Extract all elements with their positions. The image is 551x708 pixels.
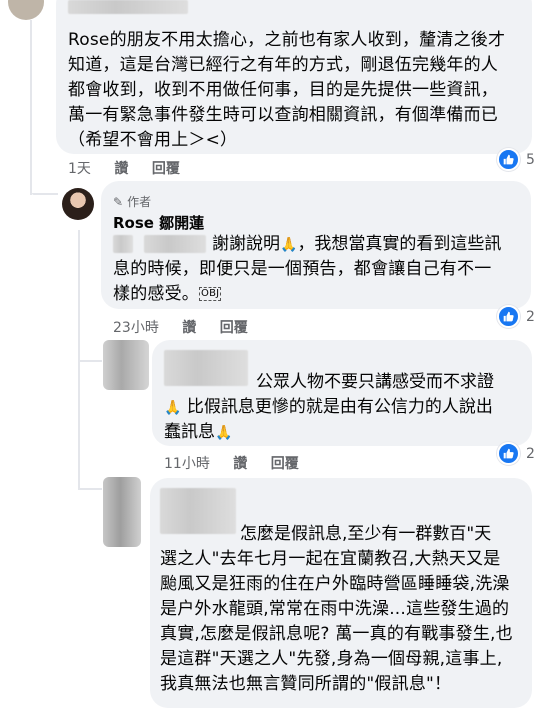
redacted-name (164, 350, 248, 386)
object-emoji-icon: OBJ (199, 287, 222, 301)
like-button[interactable]: 讚 (182, 320, 196, 336)
avatar[interactable] (103, 340, 149, 390)
author-badge: ✎ 作者 (113, 194, 152, 210)
like-icon (497, 442, 520, 465)
timestamp[interactable]: 1天 (68, 161, 91, 177)
comment-line: 怎麼是假訊息,至少有一群數百"天 (240, 524, 492, 544)
redacted-name (68, 0, 188, 14)
reaction-count: 5 (526, 151, 535, 168)
comment-text: Rose的朋友不用太擔心，之前也有家人收到，釐清之後才 知道，這是台灣已經行之有… (68, 30, 506, 150)
reaction-summary[interactable]: 2 (497, 305, 535, 328)
comment-line: 🙏 比假訊息更慘的就是由有公信力的人說出 (164, 395, 493, 421)
reply-button[interactable]: 回覆 (271, 456, 299, 472)
pencil-icon: ✎ (113, 194, 124, 209)
comment-actions: 1天 讚 回覆 (68, 158, 199, 178)
redacted-name (160, 488, 236, 534)
thread-line (78, 360, 102, 362)
thread-line (32, 193, 58, 195)
like-icon (497, 148, 520, 171)
thread-line (30, 20, 32, 195)
reaction-summary[interactable]: 5 (497, 148, 535, 171)
folded-hands-icon: 🙏 (280, 237, 298, 253)
comment-actions: 23小時 讚 回覆 (113, 317, 267, 337)
comment-text: 息的時候，即便只是一個預告，都會讓自己有不一 樣的感受。 OBJ (113, 259, 492, 304)
folded-hands-icon: 🙏 (164, 400, 182, 416)
reply-button[interactable]: 回覆 (220, 320, 248, 336)
comment-line: 公眾人物不要只講感受而不求證 (256, 372, 494, 392)
reply-button[interactable]: 回覆 (152, 161, 180, 177)
folded-hands-icon: 🙏 (215, 425, 233, 441)
reaction-summary[interactable]: 2 (497, 442, 535, 465)
timestamp[interactable]: 23小時 (113, 320, 159, 336)
comment-actions: 11小時 讚 回覆 (164, 453, 318, 473)
avatar[interactable] (103, 477, 141, 547)
like-icon (497, 305, 520, 328)
author-name[interactable]: Rose 鄒開蓮 (113, 212, 204, 233)
reaction-count: 2 (526, 445, 535, 462)
like-button[interactable]: 讚 (114, 161, 128, 177)
thread-line (78, 488, 102, 490)
author-avatar[interactable] (62, 188, 94, 220)
avatar[interactable] (8, 0, 44, 20)
comment-text: 選之人"去年七月一起在宜蘭教召,大熱天又是 颱風又是狂雨的住在户外臨時營區睡睡袋… (160, 549, 513, 694)
like-button[interactable]: 讚 (233, 456, 247, 472)
timestamp[interactable]: 11小時 (164, 456, 210, 472)
redacted-mention (113, 235, 133, 253)
comment-line: 謝謝說明🙏，我想當真實的看到這些訊 (212, 232, 501, 258)
redacted-mention (144, 235, 206, 253)
reaction-count: 2 (526, 308, 535, 325)
comment-line: 蠢訊息🙏 (164, 420, 232, 446)
